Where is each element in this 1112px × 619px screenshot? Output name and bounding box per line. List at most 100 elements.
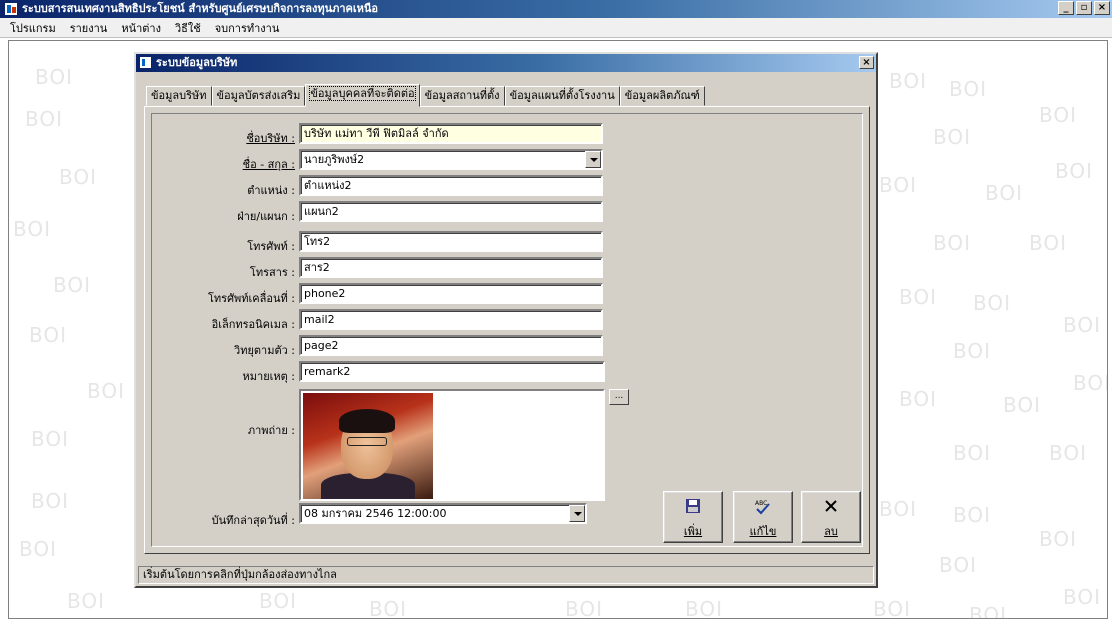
tab-label: ข้อมูลผลิตภัณฑ์	[624, 89, 700, 102]
watermark: BOI	[969, 603, 1008, 619]
menu-help[interactable]: วิธีใช้	[175, 19, 201, 37]
watermark: BOI	[949, 77, 988, 101]
watermark: BOI	[985, 181, 1024, 205]
child-title: ระบบข้อมูลบริษัท	[156, 56, 238, 69]
child-close-button[interactable]: ×	[859, 56, 874, 69]
watermark: BOI	[1029, 231, 1068, 255]
watermark: BOI	[35, 65, 74, 89]
pager-label: วิทยุตามตัว :	[234, 344, 295, 357]
watermark: BOI	[259, 589, 298, 613]
delete-x-icon	[802, 498, 860, 520]
watermark: BOI	[1073, 371, 1108, 395]
watermark: BOI	[67, 589, 106, 613]
tab-label: ข้อมูลสถานที่ตั้ง	[424, 89, 500, 102]
photo-label: ภาพถ่าย :	[247, 424, 295, 437]
browse-photo-button[interactable]: ...	[609, 389, 629, 405]
menu-window[interactable]: หน้าต่าง	[121, 19, 161, 37]
watermark: BOI	[1039, 103, 1078, 127]
last-saved-combo[interactable]: 08 มกราคม 2546 12:00:00	[299, 503, 587, 524]
delete-button[interactable]: ลบ	[801, 491, 861, 543]
tab-label: ข้อมูลแผนที่ตั้งโรงงาน	[509, 89, 615, 102]
app-title-bar: ระบบสารสนเทศงานสิทธิประโยชน์ สำหรับศูนย์…	[0, 0, 1112, 18]
contact-tab-panel: ชื่อบริษัท : บริษัท แม่ทา วีพี ฟิตมิลล์ …	[144, 106, 870, 554]
close-button[interactable]: ×	[1094, 1, 1110, 15]
svg-text:ABC: ABC	[755, 500, 767, 507]
watermark: BOI	[59, 165, 98, 189]
child-title-bar: ระบบข้อมูลบริษัท ×	[136, 54, 876, 72]
last-saved-value: 08 มกราคม 2546 12:00:00	[304, 507, 447, 520]
watermark: BOI	[31, 489, 70, 513]
photo-frame	[299, 389, 605, 501]
remark-field[interactable]: remark2	[299, 361, 605, 382]
edit-button-label: แก้ไข	[749, 525, 777, 538]
remark-label: หมายเหตุ :	[242, 370, 295, 383]
fax-label: โทรสาร :	[249, 266, 295, 279]
watermark: BOI	[31, 427, 70, 451]
app-icon	[4, 2, 18, 16]
watermark: BOI	[899, 387, 938, 411]
full-name-value: นายภูริพงษ์2	[304, 153, 365, 166]
department-field[interactable]: แผนก2	[299, 201, 603, 222]
watermark: BOI	[953, 339, 992, 363]
watermark: BOI	[889, 69, 928, 93]
chevron-down-icon[interactable]	[585, 151, 601, 168]
watermark: BOI	[879, 497, 918, 521]
watermark: BOI	[1055, 159, 1094, 183]
save-disk-icon	[664, 498, 722, 520]
email-field[interactable]: mail2	[299, 309, 603, 330]
watermark: BOI	[933, 125, 972, 149]
fax-field[interactable]: สาร2	[299, 257, 603, 278]
watermark: BOI	[973, 291, 1012, 315]
watermark: BOI	[873, 597, 912, 619]
tab-products[interactable]: ข้อมูลผลิตภัณฑ์	[619, 86, 705, 106]
tab-factory-map[interactable]: ข้อมูลแผนที่ตั้งโรงงาน	[504, 86, 620, 106]
mobile-label: โทรศัพท์เคลื่อนที่ :	[208, 292, 295, 305]
status-bar: เริ่มต้นโดยการคลิกที่ปุ่มกล้องส่องทางไกล	[138, 566, 874, 584]
watermark: BOI	[565, 597, 604, 619]
delete-button-label: ลบ	[824, 525, 838, 538]
watermark: BOI	[899, 285, 938, 309]
tab-contact-person[interactable]: ข้อมูลบุคคลที่จะติดต่อ	[305, 84, 420, 107]
watermark: BOI	[1049, 441, 1088, 465]
menu-bar: โปรแกรม รายงาน หน้าต่าง วิธีใช้ จบการทำง…	[0, 18, 1112, 38]
watermark: BOI	[87, 379, 126, 403]
watermark: BOI	[1063, 585, 1102, 609]
full-name-label: ชื่อ - สกุล :	[242, 158, 295, 171]
watermark: BOI	[939, 553, 978, 577]
tab-promotion-card[interactable]: ข้อมูลบัตรส่งเสริม	[211, 86, 306, 106]
tab-company[interactable]: ข้อมูลบริษัท	[146, 86, 212, 106]
department-label: ฝ่าย/แผนก :	[237, 210, 295, 223]
mobile-field[interactable]: phone2	[299, 283, 603, 304]
company-name-label: ชื่อบริษัท :	[246, 132, 295, 145]
app-title: ระบบสารสนเทศงานสิทธิประโยชน์ สำหรับศูนย์…	[22, 2, 379, 15]
watermark: BOI	[13, 217, 52, 241]
company-name-field[interactable]: บริษัท แม่ทา วีพี ฟิตมิลล์ จำกัด	[299, 123, 603, 144]
watermark: BOI	[1063, 313, 1102, 337]
watermark: BOI	[953, 503, 992, 527]
full-name-combo[interactable]: นายภูริพงษ์2	[299, 149, 603, 170]
restore-button[interactable]: ▫	[1076, 1, 1092, 15]
chevron-down-icon[interactable]	[569, 505, 585, 522]
email-label: อิเล็กทรอนิคเมล :	[211, 318, 295, 331]
tab-location[interactable]: ข้อมูลสถานที่ตั้ง	[419, 86, 505, 106]
phone-field[interactable]: โทร2	[299, 231, 603, 252]
watermark: BOI	[1003, 393, 1042, 417]
company-info-window: ระบบข้อมูลบริษัท × ข้อมูลบริษัท ข้อมูลบั…	[134, 52, 878, 588]
phone-label: โทรศัพท์ :	[247, 240, 295, 253]
menu-exit[interactable]: จบการทำงาน	[215, 19, 280, 37]
minimize-button[interactable]: _	[1058, 1, 1074, 15]
person-photo	[303, 393, 433, 499]
pager-field[interactable]: page2	[299, 335, 603, 356]
watermark: BOI	[369, 597, 408, 619]
add-button-label: เพิ่ม	[683, 525, 703, 538]
position-field[interactable]: ตำแหน่ง2	[299, 175, 603, 196]
tab-label: ข้อมูลบัตรส่งเสริม	[216, 89, 301, 102]
add-button[interactable]: เพิ่ม	[663, 491, 723, 543]
menu-report[interactable]: รายงาน	[70, 19, 108, 37]
edit-button[interactable]: ABC แก้ไข	[733, 491, 793, 543]
menu-program[interactable]: โปรแกรม	[10, 19, 56, 37]
watermark: BOI	[1039, 527, 1078, 551]
watermark: BOI	[53, 273, 92, 297]
watermark: BOI	[29, 323, 68, 347]
watermark: BOI	[879, 173, 918, 197]
